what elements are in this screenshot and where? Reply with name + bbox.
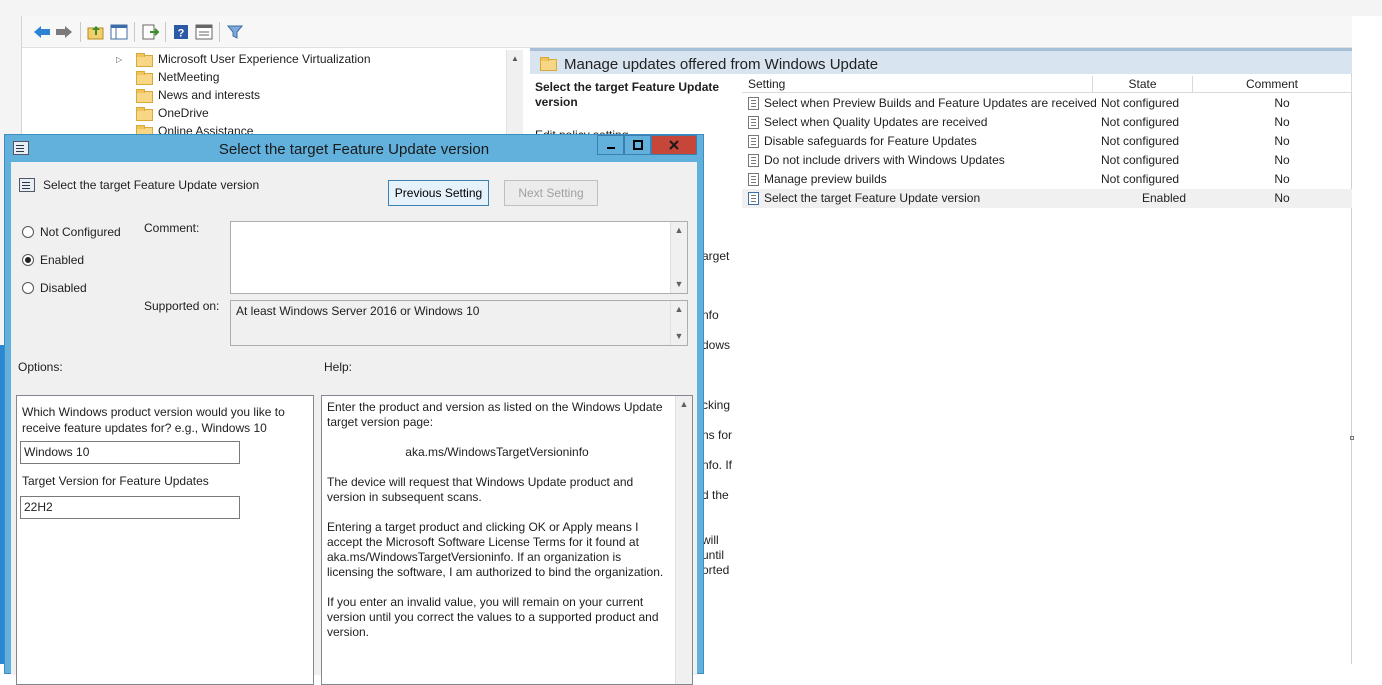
- dialog-titlebar[interactable]: Select the target Feature Update version: [5, 135, 703, 162]
- table-row[interactable]: Select when Preview Builds and Feature U…: [742, 94, 1352, 113]
- right-pane-header: Manage updates offered from Windows Upda…: [530, 48, 1352, 74]
- radio-disabled[interactable]: Disabled: [22, 280, 87, 296]
- table-row[interactable]: Disable safeguards for Feature Updates N…: [742, 132, 1352, 151]
- folder-icon: [540, 57, 557, 71]
- description-fragment: nfo: [702, 308, 719, 322]
- help-paragraph: Entering a target product and clicking O…: [327, 520, 664, 579]
- dialog-body: Select the target Feature Update version…: [11, 162, 697, 685]
- scroll-up-icon[interactable]: ▲: [671, 222, 687, 239]
- description-fragment: ns for: [702, 428, 733, 442]
- back-arrow-icon[interactable]: [32, 22, 52, 42]
- description-fragment: until: [702, 548, 725, 562]
- table-row[interactable]: Do not include drivers with Windows Upda…: [742, 151, 1352, 170]
- options-panel: Which Windows product version would you …: [16, 395, 314, 685]
- right-pane-title: Manage updates offered from Windows Upda…: [564, 56, 879, 73]
- product-version-input[interactable]: Windows 10: [20, 441, 240, 464]
- export-list-icon[interactable]: [140, 22, 160, 42]
- resize-handle[interactable]: [1350, 436, 1354, 440]
- policy-setting-icon: [748, 192, 759, 205]
- column-header-comment[interactable]: Comment: [1193, 76, 1352, 93]
- policy-setting-icon: [748, 154, 759, 167]
- maximize-button[interactable]: [624, 135, 651, 155]
- policy-icon: [19, 178, 35, 192]
- help-link: aka.ms/WindowsTargetVersioninfo: [405, 445, 589, 459]
- table-row[interactable]: Select when Quality Updates are received…: [742, 113, 1352, 132]
- help-scrollbar[interactable]: ▲: [675, 396, 692, 684]
- target-version-label: Target Version for Feature Updates: [22, 474, 209, 488]
- help-paragraph: Enter the product and version as listed …: [327, 400, 663, 429]
- previous-setting-button[interactable]: Previous Setting: [388, 180, 489, 206]
- policy-setting-icon: [748, 97, 759, 110]
- close-button[interactable]: [651, 135, 697, 155]
- supported-on-label: Supported on:: [144, 299, 220, 313]
- next-setting-button[interactable]: Next Setting: [504, 180, 598, 206]
- filter-icon[interactable]: [225, 22, 245, 42]
- properties-icon[interactable]: [194, 22, 214, 42]
- tree-item[interactable]: ▷ Microsoft User Experience Virtualizati…: [30, 50, 371, 68]
- policy-setting-icon: [748, 173, 759, 186]
- scroll-down-icon[interactable]: ▼: [671, 328, 687, 345]
- description-fragment: nfo. If: [702, 458, 733, 472]
- tree-scrollbar[interactable]: ▲: [506, 50, 523, 140]
- options-label: Options:: [18, 360, 63, 374]
- policy-setting-dialog: Select the target Feature Update version…: [4, 134, 704, 685]
- maximize-icon: [632, 140, 643, 150]
- help-panel: Enter the product and version as listed …: [321, 395, 693, 685]
- supported-on-field: At least Windows Server 2016 or Windows …: [230, 300, 688, 346]
- column-header-state[interactable]: State: [1093, 76, 1193, 93]
- radio-icon: [22, 226, 34, 238]
- help-paragraph: If you enter an invalid value, you will …: [327, 595, 659, 639]
- product-question: Which Windows product version would you …: [22, 405, 285, 435]
- policy-tree: ▷ Microsoft User Experience Virtualizati…: [30, 50, 524, 140]
- help-icon[interactable]: ?: [171, 22, 191, 42]
- scroll-down-icon[interactable]: ▼: [671, 276, 687, 293]
- toolbar: ?: [22, 16, 1352, 48]
- comment-scrollbar[interactable]: ▲ ▼: [670, 222, 687, 293]
- help-label: Help:: [324, 360, 353, 374]
- table-row-selected[interactable]: Select the target Feature Update version…: [742, 189, 1352, 208]
- policy-setting-icon: [748, 116, 759, 129]
- radio-not-configured[interactable]: Not Configured: [22, 224, 121, 240]
- comment-textarea[interactable]: ▲ ▼: [230, 221, 688, 294]
- policy-setting-icon: [748, 135, 759, 148]
- tree-item[interactable]: NetMeeting: [30, 68, 219, 86]
- show-hide-tree-icon[interactable]: [109, 22, 129, 42]
- tree-item[interactable]: OneDrive: [30, 104, 209, 122]
- help-paragraph: The device will request that Windows Upd…: [327, 475, 634, 504]
- minimize-button[interactable]: [597, 135, 624, 155]
- description-fragment: arget: [702, 249, 730, 263]
- help-text: Enter the product and version as listed …: [327, 400, 667, 655]
- tree-item[interactable]: News and interests: [30, 86, 260, 104]
- description-fragment: d the: [702, 488, 729, 502]
- folder-icon: [136, 53, 153, 67]
- close-icon: [669, 140, 679, 150]
- forward-arrow-icon[interactable]: [54, 22, 74, 42]
- expand-arrow-icon[interactable]: ▷: [116, 55, 126, 64]
- folder-icon: [136, 89, 153, 103]
- description-title: Select the target Feature Update version: [535, 80, 720, 109]
- folder-icon: [136, 107, 153, 121]
- up-folder-icon[interactable]: [86, 22, 106, 42]
- svg-text:?: ?: [178, 28, 185, 40]
- scroll-up-icon[interactable]: ▲: [671, 301, 687, 318]
- radio-checked-icon: [22, 254, 34, 266]
- minimize-icon: [606, 147, 615, 149]
- top-strip: [0, 0, 1382, 16]
- dialog-subtitle: Select the target Feature Update version: [43, 178, 260, 192]
- description-fragment: cking: [702, 398, 731, 412]
- description-fragment: orted: [702, 563, 730, 577]
- table-row[interactable]: Manage preview builds Not configured No: [742, 170, 1352, 189]
- description-fragment: dows: [702, 338, 731, 352]
- scroll-up-icon[interactable]: ▲: [507, 50, 523, 67]
- radio-icon: [22, 282, 34, 294]
- supported-scrollbar[interactable]: ▲ ▼: [670, 301, 687, 345]
- target-version-input[interactable]: 22H2: [20, 496, 240, 519]
- description-fragment: will: [702, 533, 719, 547]
- radio-enabled[interactable]: Enabled: [22, 252, 84, 268]
- scroll-up-icon[interactable]: ▲: [676, 396, 692, 413]
- folder-icon: [136, 71, 153, 85]
- column-header-setting[interactable]: Setting: [742, 76, 1093, 93]
- comment-label: Comment:: [144, 221, 200, 235]
